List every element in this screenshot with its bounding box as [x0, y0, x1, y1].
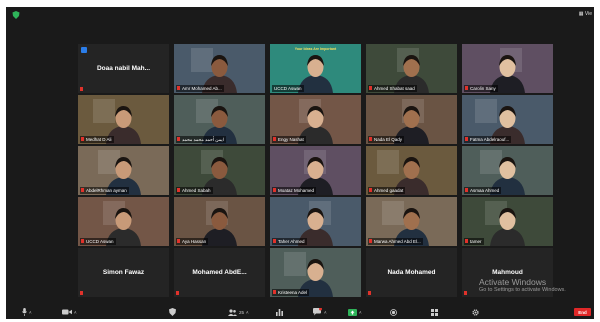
speaker-banner: Your Ideas Are Important [294, 47, 337, 51]
participant-tile[interactable]: Asmaa Ahmed [462, 146, 553, 195]
participant-tile[interactable]: Marwa Ahmed Abd El... [366, 197, 457, 246]
muted-mic-icon [80, 291, 83, 295]
participant-name: Carolin Sany [464, 85, 498, 92]
participant-name: UCCD Aswan [272, 85, 304, 92]
gear-icon [472, 308, 479, 316]
chat-icon [313, 308, 322, 316]
participant-tile[interactable]: Fatma Abdelraouf... [462, 95, 553, 144]
participants-icon [228, 308, 237, 316]
participant-tile[interactable]: Simon Fawaz [78, 248, 169, 297]
security-button[interactable] [169, 308, 176, 316]
participant-tile[interactable]: Doaa nabil Mah... [78, 44, 169, 93]
top-bar: ▦ Vie [6, 7, 594, 23]
participant-name: Engy Nashat [272, 136, 306, 143]
participant-name: Medhat D Ali [80, 136, 114, 143]
participant-name: AbdelRhman ayman [80, 187, 129, 194]
participant-name: Asmaa Ahmed [464, 187, 502, 194]
apps-button[interactable] [431, 308, 438, 316]
participant-tile[interactable]: Medhat D Ali [78, 95, 169, 144]
participant-tile[interactable]: Your Ideas Are Important UCCD Aswan [270, 44, 361, 93]
gallery-grid: Doaa nabil Mah... Amr Mohamed Ab... Your I… [78, 44, 553, 297]
participant-tile[interactable]: Ahmed Sabah [174, 146, 265, 195]
activate-windows-watermark: Activate Windows Go to Settings to activ… [479, 277, 566, 294]
participant-tile[interactable]: UCCD Aswan [78, 197, 169, 246]
participant-tile[interactable]: Nada Mohamed [366, 248, 457, 297]
participant-name: UCCD Aswan [80, 238, 116, 245]
view-button[interactable]: ▦ Vie [579, 11, 592, 17]
muted-mic-icon [176, 291, 179, 295]
chat-button[interactable]: ˄ [313, 308, 327, 316]
participant-tile[interactable]: Nada El Qady [366, 95, 457, 144]
chevron-up-icon[interactable]: ˄ [359, 310, 362, 315]
participant-name: Nada El Qady [368, 136, 405, 143]
participant-name: Ahmed Shabat saad [368, 85, 417, 92]
security-shield-icon [12, 11, 20, 19]
participant-tile[interactable]: ايمن أحمد محمد محمد [174, 95, 265, 144]
microphone-icon [22, 308, 27, 316]
participant-name: Fatma Abdelraouf... [464, 136, 512, 143]
participant-name: Taher Ahmed [272, 238, 307, 245]
participant-name: Doaa nabil Mah... [96, 65, 151, 72]
camera-icon [62, 309, 72, 315]
participant-name: Simon Fawaz [102, 269, 145, 276]
watermark-subtitle: Go to Settings to activate Windows. [479, 287, 566, 293]
participants-count: 25 [239, 309, 245, 315]
participant-name: Mohamed AbdE... [192, 269, 247, 276]
participant-tile[interactable]: Ahmed gaadat [366, 146, 457, 195]
record-icon [390, 308, 397, 316]
participant-tile[interactable]: Ahmed Shabat saad [366, 44, 457, 93]
shield-icon [169, 308, 176, 316]
participant-tile[interactable]: Taher Ahmed [270, 197, 361, 246]
participant-name: Ahmed Sabah [176, 187, 213, 194]
share-screen-button[interactable]: ˄ [348, 308, 362, 316]
grid-view-icon: ▦ [578, 11, 584, 17]
polls-button[interactable] [276, 308, 283, 316]
participant-tile[interactable]: Engy Nashat [270, 95, 361, 144]
record-button[interactable] [390, 308, 397, 316]
mute-button[interactable]: ˄ [22, 308, 32, 316]
participant-tile[interactable]: Kristeena Adel [270, 248, 361, 297]
chevron-up-icon[interactable]: ˄ [246, 310, 249, 315]
muted-mic-icon [368, 291, 371, 295]
participants-button[interactable]: 25 ˄ [228, 308, 249, 316]
muted-mic-icon [80, 87, 83, 91]
share-screen-icon [348, 308, 357, 316]
participant-name: tamer [464, 238, 484, 245]
participant-name: Kristeena Adel [272, 289, 310, 296]
participant-name: Amr Mohamed Ab... [176, 85, 224, 92]
chevron-up-icon[interactable]: ˄ [74, 310, 77, 315]
participant-tile[interactable]: Amr Mohamed Ab... [174, 44, 265, 93]
participant-name: ايمن أحمد محمد محمد [176, 136, 226, 143]
participant-name: Aya Hassan [176, 238, 209, 245]
participant-tile[interactable]: Mohamed AbdE... [174, 248, 265, 297]
watermark-title: Activate Windows [479, 277, 547, 287]
apps-grid-icon [431, 308, 438, 316]
muted-mic-icon [464, 291, 467, 295]
participant-tile[interactable]: Moataz Mohamed [270, 146, 361, 195]
zoom-window: ▦ Vie Doaa nabil Mah... Amr Mohamed Ab...… [6, 7, 594, 319]
raised-hand-icon [81, 47, 87, 53]
chevron-up-icon[interactable]: ˄ [324, 310, 327, 315]
settings-button[interactable] [472, 308, 479, 316]
participant-tile[interactable]: AbdelRhman ayman [78, 146, 169, 195]
participant-name: Nada Mohamed [387, 269, 436, 276]
participant-name: Moataz Mohamed [272, 187, 317, 194]
participant-tile[interactable]: Carolin Sany [462, 44, 553, 93]
chevron-up-icon[interactable]: ˄ [29, 310, 32, 315]
participant-tile[interactable]: tamer [462, 197, 553, 246]
view-label: Vie [584, 11, 592, 17]
participant-name: Ahmed gaadat [368, 187, 406, 194]
participant-name: Marwa Ahmed Abd El... [368, 238, 423, 245]
end-meeting-button[interactable]: End [574, 308, 591, 316]
bar-chart-icon [276, 308, 283, 316]
meeting-toolbar: ˄ ˄ 25 ˄ ˄ ˄ End [6, 305, 594, 319]
video-button[interactable]: ˄ [62, 308, 77, 316]
participant-tile[interactable]: Aya Hassan [174, 197, 265, 246]
